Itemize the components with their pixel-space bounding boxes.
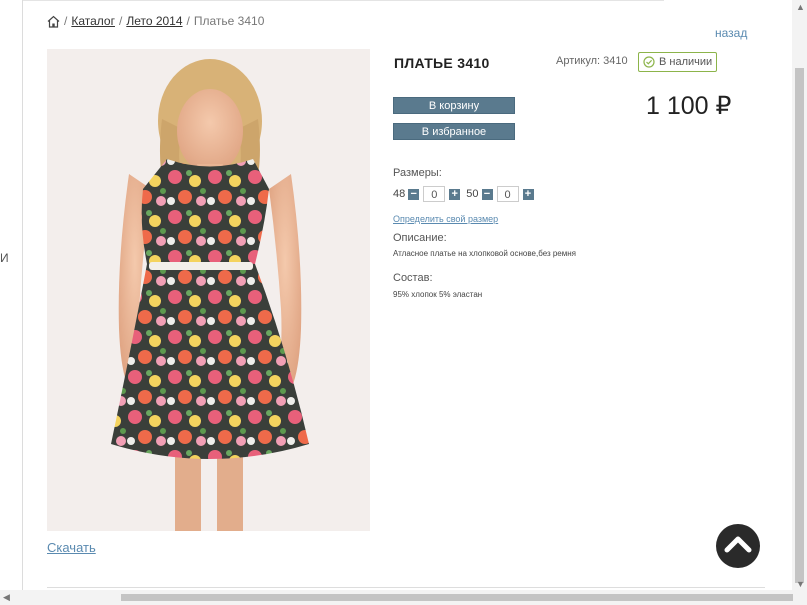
chevron-up-icon (724, 536, 752, 553)
size-50-quantity[interactable]: 0 (496, 186, 519, 202)
determine-size-link[interactable]: Определить свой размер (393, 214, 498, 224)
size-48-quantity[interactable]: 0 (423, 186, 446, 202)
breadcrumb-separator: / (118, 14, 123, 28)
breadcrumb-current: Платье 3410 (193, 14, 265, 28)
dress-illustration (47, 49, 370, 531)
size-selector: 48 − 0 + 50 − 0 + (393, 186, 534, 202)
breadcrumb: / Каталог / Лето 2014 / Платье 3410 (47, 14, 264, 28)
product-photo[interactable] (47, 49, 370, 531)
scroll-left-arrow-icon[interactable]: ◀ (3, 592, 10, 603)
size-48-label: 48 (393, 188, 406, 200)
scroll-to-top-button[interactable] (716, 524, 760, 568)
breadcrumb-separator: / (186, 14, 190, 28)
scroll-up-arrow-icon[interactable]: ▲ (796, 2, 805, 12)
breadcrumb-catalog[interactable]: Каталог (71, 14, 115, 28)
horizontal-scroll-thumb[interactable] (121, 594, 793, 601)
download-link[interactable]: Скачать (47, 540, 96, 555)
composition-text: 95% хлопок 5% эластан (393, 290, 483, 299)
size-50-label: 50 (466, 188, 479, 200)
add-to-cart-button[interactable]: В корзину (393, 97, 515, 114)
stock-label: В наличии (659, 56, 713, 68)
product-price: 1 100 ₽ (646, 92, 732, 120)
add-to-favorites-button[interactable]: В избранное (393, 123, 515, 140)
vertical-scroll-thumb[interactable] (795, 68, 804, 583)
product-sku: Артикул: 3410 (556, 55, 628, 67)
left-edge-text: И (0, 251, 9, 265)
breadcrumb-summer-2014[interactable]: Лето 2014 (126, 14, 182, 28)
product-title: ПЛАТЬЕ 3410 (394, 55, 490, 71)
minus-icon[interactable]: − (481, 188, 493, 200)
description-text: Атласное платье на хлопковой основе,без … (393, 249, 577, 258)
check-circle-icon (643, 56, 655, 68)
home-icon[interactable] (47, 15, 60, 28)
left-divider (22, 0, 23, 590)
sizes-label: Размеры: (393, 167, 442, 179)
top-divider (22, 0, 664, 1)
back-link[interactable]: назад (715, 26, 747, 40)
stock-badge: В наличии (638, 52, 717, 72)
breadcrumb-separator: / (64, 14, 68, 28)
bottom-divider (47, 587, 765, 588)
plus-icon[interactable]: + (522, 188, 534, 200)
minus-icon[interactable]: − (408, 188, 420, 200)
scroll-down-arrow-icon[interactable]: ▼ (796, 579, 805, 589)
plus-icon[interactable]: + (449, 188, 461, 200)
description-label: Описание: (393, 232, 447, 244)
composition-label: Состав: (393, 272, 433, 284)
